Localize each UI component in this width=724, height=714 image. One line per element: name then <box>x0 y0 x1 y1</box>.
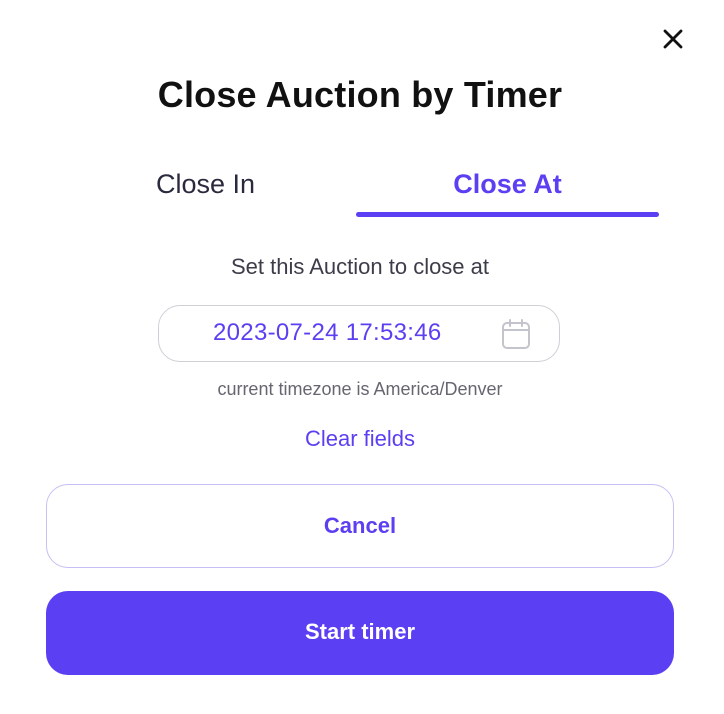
active-tab-indicator <box>356 212 659 217</box>
close-icon[interactable] <box>660 26 686 52</box>
datetime-input[interactable]: 2023-07-24 17:53:46 <box>158 305 560 362</box>
close-auction-dialog: Close Auction by Timer Close In Close At… <box>0 0 724 714</box>
calendar-icon[interactable] <box>501 318 531 350</box>
tab-bar: Close In Close At <box>54 160 660 220</box>
tab-close-at[interactable]: Close At <box>356 160 659 218</box>
timezone-note: current timezone is America/Denver <box>217 379 503 399</box>
dialog-title: Close Auction by Timer <box>157 74 563 115</box>
start-timer-button[interactable]: Start timer <box>46 591 674 675</box>
tab-close-in[interactable]: Close In <box>54 160 357 218</box>
instruction-text: Set this Auction to close at <box>230 254 490 279</box>
datetime-value[interactable]: 2023-07-24 17:53:46 <box>213 319 442 347</box>
cancel-button[interactable]: Cancel <box>46 484 674 568</box>
clear-fields-link[interactable]: Clear fields <box>0 426 720 452</box>
